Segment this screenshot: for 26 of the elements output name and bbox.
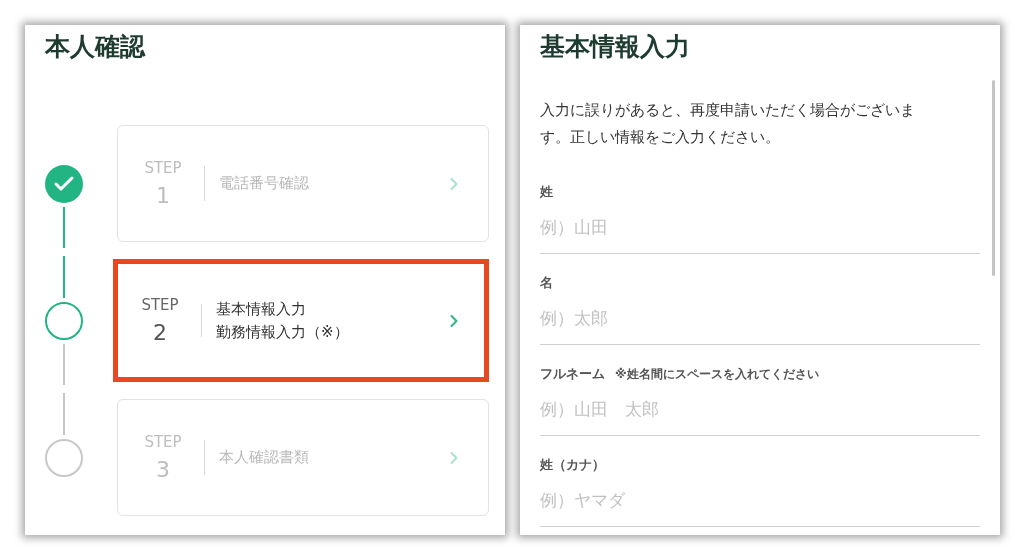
- step-title: 電話番号確認: [219, 174, 310, 193]
- field-note: ※姓名間にスペースを入れてください: [615, 366, 819, 383]
- step-title: 基本情報入力: [216, 299, 307, 319]
- step-label: STEP: [141, 296, 179, 314]
- field-label: 名: [540, 274, 553, 292]
- scrollbar[interactable]: [992, 80, 995, 276]
- page-title: 本人確認: [45, 31, 147, 63]
- step-title: 本人確認書類: [219, 448, 310, 467]
- field-label: 姓: [540, 183, 553, 201]
- field-label: フルネーム: [540, 365, 605, 383]
- step-number: 3: [156, 457, 170, 482]
- step-card[interactable]: STEP 2 基本情報入力 勤務情報入力（※）: [113, 259, 489, 382]
- step-label: STEP: [144, 159, 182, 177]
- step-title: 勤務情報入力（※）: [216, 322, 350, 342]
- description-text: 入力に誤りがあると、再度申請いただく場合がございます。正しい情報をご入力ください。: [540, 100, 916, 148]
- page-title: 基本情報入力: [540, 31, 691, 63]
- input-field[interactable]: 例）太郎: [540, 292, 980, 345]
- input-field[interactable]: 例）山田: [540, 201, 980, 254]
- input-field[interactable]: 例）ヤマダ: [540, 474, 980, 527]
- step-number: 2: [153, 320, 167, 345]
- step-card[interactable]: STEP 3 本人確認書類: [117, 399, 489, 516]
- step-card[interactable]: STEP 1 電話番号確認: [117, 125, 489, 242]
- input-field[interactable]: 例）山田 太郎: [540, 383, 980, 436]
- step-label: STEP: [144, 433, 182, 451]
- field-label: 姓（カナ）: [540, 456, 605, 474]
- step-number: 1: [156, 183, 170, 208]
